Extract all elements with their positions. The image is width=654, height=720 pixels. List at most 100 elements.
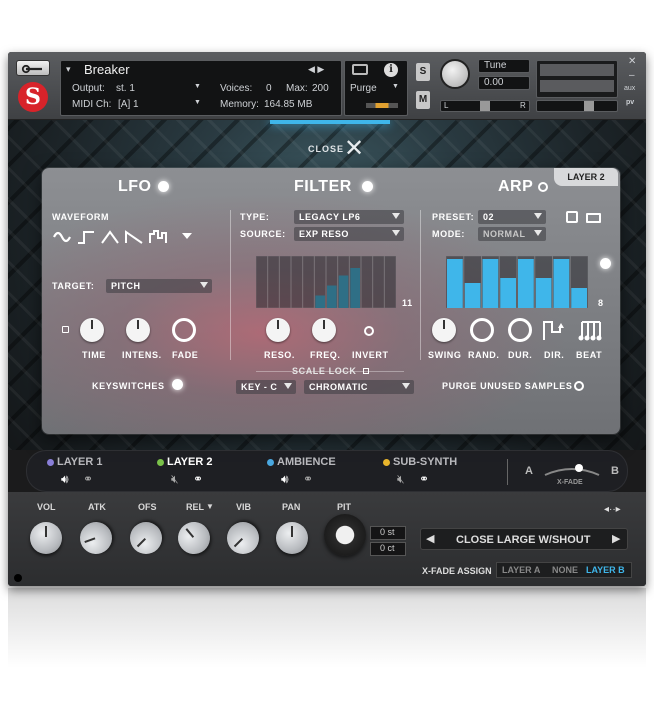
mute-button[interactable]: M [416, 91, 430, 109]
link-icon[interactable]: ⚭ [419, 472, 429, 486]
intensity-knob[interactable] [126, 318, 150, 342]
filter-step-sequencer[interactable] [255, 255, 397, 309]
sequencer-cell[interactable] [302, 255, 315, 309]
sequencer-cell[interactable] [383, 255, 397, 309]
dropdown-arrow-icon[interactable]: ▼ [194, 83, 201, 90]
type-dropdown[interactable]: LEGACY LP6 [294, 210, 404, 224]
sequencer-cell[interactable] [267, 255, 280, 309]
arp-step-sequencer[interactable] [445, 255, 589, 309]
close-window-icon[interactable]: ✕ [628, 56, 636, 67]
sequencer-step[interactable] [482, 259, 499, 308]
xfade-option-layer-b[interactable]: LAYER B [586, 565, 625, 575]
save-icon[interactable] [566, 211, 578, 223]
beat-icon[interactable] [578, 318, 604, 342]
pan-handle[interactable] [480, 101, 490, 111]
sequencer-step[interactable] [338, 275, 349, 309]
random-knob[interactable] [470, 318, 494, 342]
sequencer-step[interactable] [315, 295, 325, 309]
mode-dropdown[interactable]: NORMAL [478, 227, 546, 241]
sequencer-step[interactable] [464, 283, 481, 308]
xfade-option-none[interactable]: NONE [552, 565, 578, 575]
close-button[interactable]: CLOSE ✕ [308, 135, 378, 162]
ofs-knob[interactable] [123, 515, 169, 561]
midi-value[interactable]: [A] 1 [118, 99, 139, 110]
dropdown-arrow-icon[interactable]: ▼ [194, 99, 201, 106]
sub-synth-tab[interactable]: SUB-SYNTH 🔇︎ ⚭ [383, 455, 493, 489]
sequencer-cell[interactable] [255, 255, 269, 309]
sequencer-cell[interactable] [360, 255, 374, 309]
tune-knob[interactable] [440, 59, 470, 89]
purge-samples-toggle[interactable] [574, 381, 584, 391]
key-dropdown[interactable]: KEY - C [236, 380, 296, 394]
sequencer-step[interactable] [327, 285, 337, 309]
keyswitches-toggle[interactable] [172, 379, 183, 390]
max-value[interactable]: 200 [312, 83, 329, 94]
sequencer-step[interactable] [535, 278, 552, 308]
layer-1-tab[interactable]: LAYER 1 🔊︎ ⚭ [47, 455, 137, 489]
sequencer-cell[interactable] [278, 255, 292, 309]
collapse-icon[interactable]: ▾ [66, 64, 71, 75]
fade-knob[interactable] [172, 318, 196, 342]
vib-knob[interactable] [220, 515, 266, 561]
atk-knob[interactable] [75, 517, 117, 559]
time-knob[interactable] [80, 318, 104, 342]
arp-toggle[interactable] [538, 182, 548, 192]
sequencer-cell[interactable] [372, 255, 385, 309]
filter-toggle[interactable] [362, 181, 373, 192]
sequencer-step[interactable] [553, 259, 570, 308]
sequencer-step[interactable] [571, 288, 587, 308]
aux-label[interactable]: aux [624, 85, 635, 92]
volume-slider[interactable] [536, 100, 618, 112]
duration-knob[interactable] [508, 318, 532, 342]
scale-dropdown[interactable]: CHROMATIC [304, 380, 414, 394]
target-dropdown[interactable]: PITCH [106, 279, 212, 293]
expand-icon[interactable]: ◂··▸ [604, 504, 621, 515]
wrench-icon[interactable] [16, 60, 50, 76]
resonance-knob[interactable] [266, 318, 290, 342]
waveform-selector[interactable] [52, 228, 212, 246]
next-preset-icon[interactable]: ▶ [612, 532, 620, 545]
speaker-muted-icon[interactable]: 🔇︎ [171, 472, 179, 487]
pan-knob[interactable] [276, 522, 308, 554]
layer-2-tab[interactable]: LAYER 2 🔇︎ ⚭ [157, 455, 247, 489]
preset-dropdown[interactable]: 02 [478, 210, 546, 224]
solo-button[interactable]: S [416, 63, 430, 81]
ambience-tab[interactable]: AMBIENCE 🔊︎ ⚭ [267, 455, 367, 489]
arp-latch-toggle[interactable] [600, 258, 611, 269]
sequencer-cell[interactable] [290, 255, 304, 309]
xfade-option-layer-a[interactable]: LAYER A [502, 565, 540, 575]
invert-toggle[interactable] [364, 326, 374, 336]
speaker-icon[interactable]: 🔊︎ [281, 472, 289, 487]
rel-knob[interactable] [171, 515, 217, 561]
volume-handle[interactable] [584, 101, 594, 111]
speaker-muted-icon[interactable]: 🔇︎ [397, 472, 405, 487]
prev-next-icon[interactable]: ◀ ▶ [308, 64, 324, 75]
link-icon[interactable]: ⚭ [83, 472, 93, 486]
swing-knob[interactable] [432, 318, 456, 342]
sequencer-step[interactable] [447, 259, 463, 308]
pitch-knob[interactable] [324, 514, 366, 556]
camera-icon[interactable] [352, 64, 368, 75]
direction-icon[interactable] [542, 318, 568, 342]
lock-icon[interactable] [362, 368, 369, 374]
pv-label[interactable]: pv [626, 99, 634, 106]
dropdown-arrow-icon[interactable]: ▼ [392, 83, 399, 90]
output-value[interactable]: st. 1 [116, 83, 135, 94]
info-icon[interactable]: i [384, 63, 398, 77]
rel-dropdown-icon[interactable]: ▼ [206, 502, 214, 511]
sequencer-step[interactable] [350, 268, 360, 308]
vol-knob[interactable] [30, 522, 62, 554]
purge-dropdown[interactable]: Purge [350, 83, 377, 94]
sequencer-step[interactable] [500, 278, 516, 308]
folder-icon[interactable] [586, 213, 601, 223]
speaker-icon[interactable]: 🔊︎ [61, 472, 69, 487]
link-icon[interactable]: ⚭ [193, 472, 203, 486]
lock-icon[interactable] [62, 326, 69, 333]
sequencer-step[interactable] [518, 259, 534, 308]
minimize-icon[interactable]: – [629, 70, 635, 81]
link-icon[interactable]: ⚭ [303, 472, 313, 486]
source-dropdown[interactable]: EXP RESO [294, 227, 404, 241]
prev-preset-icon[interactable]: ◀ [426, 532, 434, 545]
frequency-knob[interactable] [312, 318, 336, 342]
lfo-toggle[interactable] [158, 181, 169, 192]
